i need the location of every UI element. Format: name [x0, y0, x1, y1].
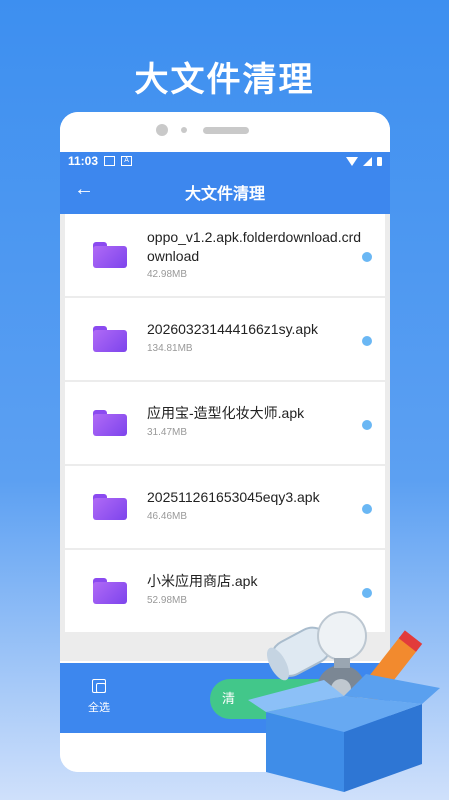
select-dot[interactable]: [362, 420, 372, 430]
folder-icon: [93, 578, 127, 604]
file-name: oppo_v1.2.apk.folderdownload.crdownload: [147, 229, 362, 264]
promo-headline: 大文件清理: [134, 60, 315, 100]
select-dot[interactable]: [362, 336, 372, 346]
battery-icon: [377, 156, 382, 166]
wifi-icon: [346, 156, 358, 166]
select-dot[interactable]: [362, 504, 372, 514]
status-bar: 11:03 A: [60, 152, 390, 170]
camera-icon: [156, 124, 168, 136]
folder-icon: [93, 326, 127, 352]
select-all-label: 全选: [88, 702, 110, 714]
list-item[interactable]: 应用宝-造型化妆大师.apk 31.47MB: [65, 382, 385, 464]
file-size: 134.81MB: [147, 343, 193, 354]
status-right: [346, 156, 382, 166]
select-dot[interactable]: [362, 588, 372, 598]
file-name: 应用宝-造型化妆大师.apk: [147, 405, 305, 421]
select-all-icon: [92, 679, 106, 693]
speaker-icon: [203, 127, 249, 134]
file-name: 202511261653045eqy3.apk: [147, 489, 320, 505]
back-arrow-icon[interactable]: ←: [74, 178, 94, 201]
folder-icon: [93, 242, 127, 268]
file-list: oppo_v1.2.apk.folderdownload.crdownload …: [60, 214, 390, 661]
file-size: 52.98MB: [147, 595, 188, 606]
file-size: 42.98MB: [147, 269, 188, 280]
status-time: 11:03: [68, 154, 99, 168]
toolbox-illustration: [248, 611, 440, 792]
signal-icon: [363, 156, 372, 166]
file-size: 31.47MB: [147, 427, 188, 438]
select-all-button[interactable]: 全选: [88, 679, 110, 715]
page-title: 大文件清理: [184, 184, 265, 203]
image-notification-icon: [104, 156, 116, 166]
phone-top-bezel: [60, 112, 390, 152]
file-name: 202603231444166z1sy.apk: [147, 321, 319, 337]
app-bar: ← 大文件清理: [60, 170, 390, 214]
select-dot[interactable]: [362, 252, 372, 262]
folder-icon: [93, 410, 127, 436]
file-size: 46.46MB: [147, 511, 188, 522]
file-name: 小米应用商店.apk: [147, 573, 258, 589]
list-item[interactable]: oppo_v1.2.apk.folderdownload.crdownload …: [65, 214, 385, 296]
folder-icon: [93, 494, 127, 520]
a-notification-icon: A: [121, 156, 133, 166]
sensor-icon: [181, 127, 187, 133]
list-item[interactable]: 202511261653045eqy3.apk 46.46MB: [65, 466, 385, 548]
list-item[interactable]: 202603231444166z1sy.apk 134.81MB: [65, 298, 385, 380]
